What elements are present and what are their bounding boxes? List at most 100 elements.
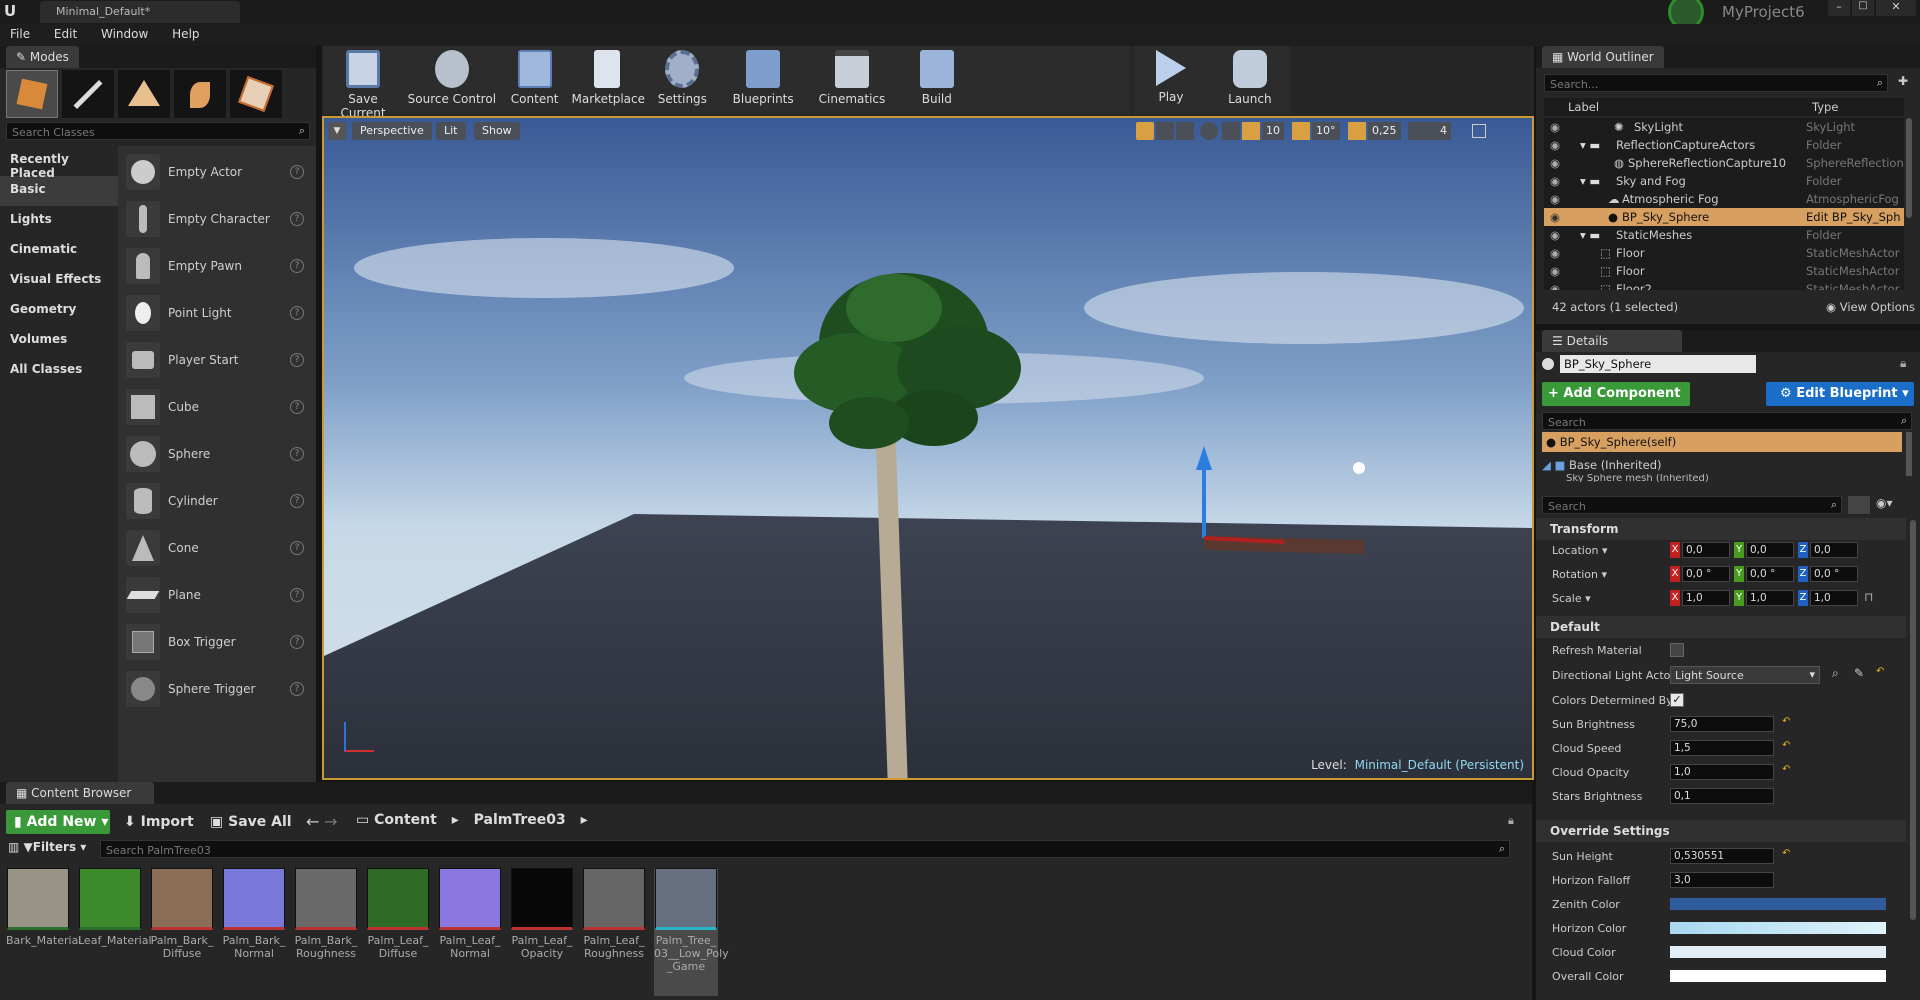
property-matrix-icon[interactable] xyxy=(1848,496,1870,514)
asset-tile[interactable]: Leaf_Material xyxy=(78,868,152,996)
reset-arrow-icon[interactable]: ↶ xyxy=(1782,764,1790,775)
asset-tile[interactable]: Palm_Leaf_ Roughness xyxy=(582,868,646,996)
item-sphere[interactable]: Sphere? xyxy=(118,430,316,477)
eye-icon[interactable]: ◉ xyxy=(1550,154,1560,172)
build-button[interactable]: Build xyxy=(899,46,975,114)
rotation-label[interactable]: Rotation ▾ xyxy=(1552,568,1607,581)
item-cone[interactable]: Cone? xyxy=(118,524,316,571)
blueprints-button[interactable]: Blueprints xyxy=(721,46,805,114)
add-new-button[interactable]: ▮ Add New ▾ xyxy=(6,810,110,834)
asset-tile[interactable]: Bark_Material xyxy=(6,868,81,996)
help-icon[interactable]: ? xyxy=(290,587,304,602)
lock-icon[interactable]: 🔒︎ xyxy=(1900,356,1906,371)
lit-button[interactable]: Lit xyxy=(436,122,466,140)
save-all-button[interactable]: ▣ Save All xyxy=(210,810,292,834)
horizon-color-swatch[interactable] xyxy=(1670,922,1886,934)
sun-height-input[interactable]: 0,530551 xyxy=(1670,848,1774,864)
component-self-row[interactable]: ● BP_Sky_Sphere(self) xyxy=(1542,432,1902,452)
outliner-scrollbar[interactable] xyxy=(1906,118,1912,218)
asset-tile[interactable]: Palm_Bark_ Diffuse xyxy=(150,868,214,996)
location-label[interactable]: Location ▾ xyxy=(1552,544,1608,557)
light-source-dropdown[interactable]: Light Source ▾ xyxy=(1670,666,1820,684)
overall-color-label[interactable]: Overall Color xyxy=(1552,970,1624,983)
colors-determined-checkbox[interactable]: ✓ xyxy=(1670,693,1684,707)
scale-label[interactable]: Scale ▾ xyxy=(1552,592,1591,605)
details-scrollbar[interactable] xyxy=(1910,520,1916,920)
stars-brightness-input[interactable]: 0,1 xyxy=(1670,788,1774,804)
item-player-start[interactable]: Player Start? xyxy=(118,336,316,383)
rotation-snap-value[interactable]: 10° xyxy=(1312,122,1340,140)
surface-snap-icon[interactable] xyxy=(1222,122,1240,140)
rotation-z-input[interactable]: 0,0 ° xyxy=(1810,566,1858,582)
category-visual-effects[interactable]: Visual Effects xyxy=(0,266,118,296)
level-viewport[interactable]: ▼ Perspective Lit Show 10 10° 0,25 4 Lev… xyxy=(322,116,1534,780)
horizon-falloff-input[interactable]: 3,0 xyxy=(1670,872,1774,888)
help-icon[interactable]: ? xyxy=(290,446,304,461)
help-icon[interactable]: ? xyxy=(290,634,304,649)
modes-tab[interactable]: ✎ Modes xyxy=(6,46,79,68)
item-point-light[interactable]: Point Light? xyxy=(118,289,316,336)
scale-z-input[interactable]: 1,0 xyxy=(1810,590,1858,606)
outliner-row-selected[interactable]: ◉ ● BP_Sky_Sphere Edit BP_Sky_Sph xyxy=(1544,208,1904,226)
menu-help[interactable]: Help xyxy=(162,24,209,41)
help-icon[interactable]: ? xyxy=(290,211,304,226)
breadcrumb-palmtree03[interactable]: PalmTree03 xyxy=(474,812,566,828)
asset-tile[interactable]: Palm_Tree_ 03__Low_Poly _Game xyxy=(654,868,729,996)
zenith-color-label[interactable]: Zenith Color xyxy=(1552,898,1620,911)
cloud-speed-input[interactable]: 1,5 xyxy=(1670,740,1774,756)
add-component-button[interactable]: + Add Component ▾ xyxy=(1542,382,1690,425)
asset-tile[interactable]: Palm_Bark_ Normal xyxy=(222,868,286,996)
item-empty-character[interactable]: Empty Character? xyxy=(118,195,316,242)
eye-icon[interactable]: ◉ xyxy=(1550,244,1560,262)
outliner-row[interactable]: ◉ ◍ SphereReflectionCapture10 SphereReflect… xyxy=(1544,154,1904,172)
sun-brightness-input[interactable]: 75,0 xyxy=(1670,716,1774,732)
source-control-button[interactable]: Source Control xyxy=(406,46,498,114)
content-browser-tab[interactable]: ▦ Content Browser xyxy=(6,782,154,804)
category-all-classes[interactable]: All Classes xyxy=(0,356,118,386)
save-current-button[interactable]: Save Current xyxy=(324,46,402,120)
reset-arrow-icon[interactable]: ↶ xyxy=(1876,666,1884,677)
help-icon[interactable]: ? xyxy=(290,681,304,696)
play-button[interactable]: Play xyxy=(1134,46,1208,114)
eye-icon[interactable]: ◉ xyxy=(1550,226,1560,244)
menu-edit[interactable]: Edit xyxy=(44,24,87,41)
asset-search-input[interactable]: Search PalmTree03 ⌕ xyxy=(100,840,1510,858)
item-cylinder[interactable]: Cylinder? xyxy=(118,477,316,524)
rotation-y-input[interactable]: 0,0 ° xyxy=(1746,566,1794,582)
translate-tool-icon[interactable] xyxy=(1136,122,1154,140)
eyedropper-icon[interactable]: ✎ xyxy=(1854,666,1864,680)
place-mode-button[interactable] xyxy=(6,70,58,118)
eye-icon[interactable]: ◉ xyxy=(1550,172,1560,190)
outliner-row[interactable]: ◉ ▾ ▬ Sky and Fog Folder xyxy=(1544,172,1904,190)
outliner-add-icon[interactable]: ✚ xyxy=(1894,74,1912,92)
close-button[interactable]: ✕ xyxy=(1876,0,1916,16)
camera-speed-value[interactable]: 4 xyxy=(1436,122,1451,140)
browse-search-icon[interactable]: ⌕ xyxy=(1832,666,1839,681)
eye-icon[interactable]: ◉ xyxy=(1550,190,1560,208)
cloud-color-label[interactable]: Cloud Color xyxy=(1552,946,1616,959)
scale-snap-icon[interactable] xyxy=(1348,122,1366,140)
launch-button[interactable]: Launch xyxy=(1212,46,1288,114)
eye-icon[interactable]: ◉ xyxy=(1550,118,1560,136)
transform-section-header[interactable]: Transform xyxy=(1536,518,1906,540)
perspective-button[interactable]: Perspective xyxy=(352,122,432,140)
details-tab[interactable]: ☰ Details xyxy=(1542,330,1682,352)
eye-icon[interactable]: ◉ xyxy=(1550,262,1560,280)
filters-button[interactable]: ▥ ▼Filters ▾ xyxy=(8,840,86,854)
scale-x-input[interactable]: 1,0 xyxy=(1682,590,1730,606)
grid-snap-icon[interactable] xyxy=(1242,122,1260,140)
search-classes-input[interactable]: Search Classes ⌕ xyxy=(6,122,310,140)
geometry-mode-button[interactable] xyxy=(230,70,282,118)
outliner-row[interactable]: ◉ ⬚ Floor StaticMeshActor xyxy=(1544,262,1904,280)
category-cinematic[interactable]: Cinematic xyxy=(0,236,118,266)
view-options-button[interactable]: ◉ View Options xyxy=(1826,300,1915,314)
scale-lock-icon[interactable]: ⊓ xyxy=(1864,590,1873,604)
menu-window[interactable]: Window xyxy=(91,24,158,41)
components-scrollbar[interactable] xyxy=(1906,432,1912,476)
import-button[interactable]: ⬇ Import xyxy=(124,810,194,834)
details-search-input[interactable]: Search ⌕ xyxy=(1542,496,1842,514)
asset-tile[interactable]: Palm_Leaf_ Opacity xyxy=(510,868,574,996)
grid-snap-value[interactable]: 10 xyxy=(1262,122,1284,140)
outliner-search-input[interactable]: Search... ⌕ xyxy=(1544,74,1888,92)
reset-arrow-icon[interactable]: ↶ xyxy=(1782,716,1790,727)
